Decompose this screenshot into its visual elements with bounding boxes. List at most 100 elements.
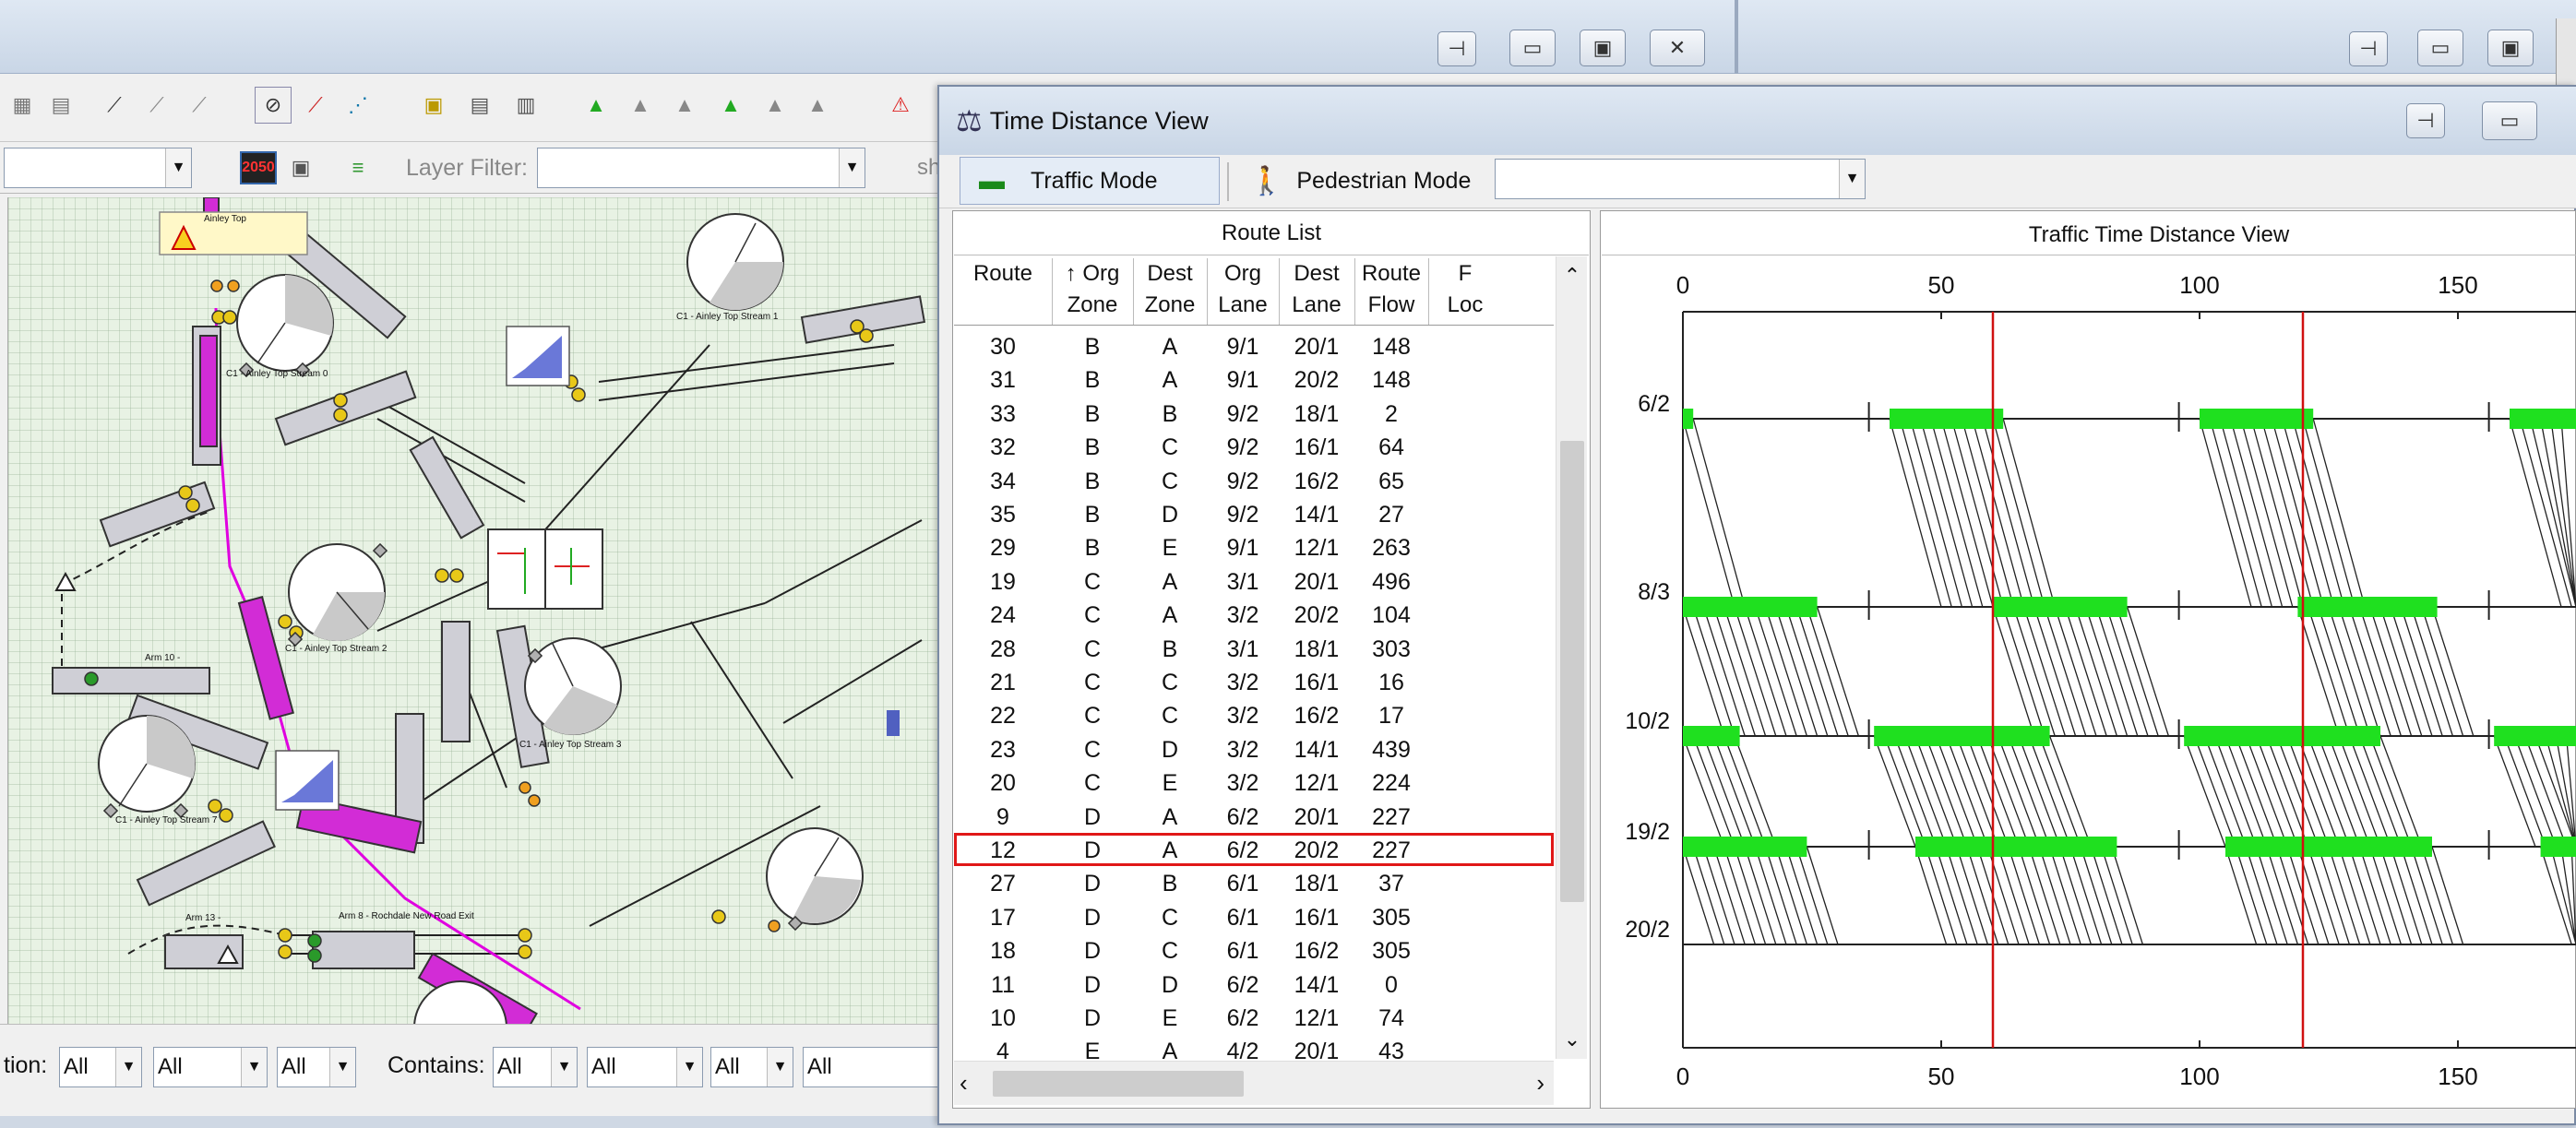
pin-button-left[interactable]: ⊣ [1437, 31, 1476, 66]
network-diagram-panel[interactable]: Ainley Top C1 - Ainley Top Stream 0 C1 -… [7, 197, 941, 1024]
table-cell: 10 [990, 1005, 1016, 1031]
table-cell: 3/1 [1226, 635, 1259, 662]
table-cell: A [1162, 837, 1178, 863]
green-signal-bar [1683, 597, 1818, 617]
vehicle-trajectory [2286, 735, 2330, 848]
vehicle-trajectory [1976, 735, 2020, 848]
year-badge[interactable]: 2050 [240, 151, 277, 184]
vehicle-trajectory [2358, 735, 2403, 848]
table-cell: 6/2 [1226, 1005, 1259, 1031]
table-cell: 6/1 [1226, 871, 1259, 897]
pedestrian-route-select[interactable]: ▼ [1495, 159, 1866, 199]
filter-value: All [281, 1054, 306, 1079]
document-icon[interactable]: ▤ [461, 87, 498, 124]
green-signal-bar [2540, 837, 2576, 857]
column-separator[interactable] [1279, 258, 1280, 325]
column-header[interactable]: Route [1354, 260, 1428, 288]
pedestrian-mode-button[interactable]: 🚶 Pedestrian Mode [1240, 157, 1489, 205]
column-header-sub: Flow [1367, 292, 1415, 317]
table-cell: 20/2 [1294, 837, 1340, 863]
filter-value: All [497, 1054, 522, 1079]
mode-separator [1227, 162, 1229, 201]
minimize-button-right[interactable]: ▭ [2417, 30, 2463, 66]
table-icon[interactable]: ▦ [4, 87, 41, 124]
stream-label: C1 - Ainley Top Stream 7 [115, 815, 218, 825]
table-cell: 16/1 [1294, 670, 1340, 695]
column-header[interactable]: Route [954, 260, 1052, 288]
vehicle-trajectory [2203, 735, 2248, 848]
top-axis-tick-label: 150 [2438, 271, 2477, 299]
table-cell: A [1162, 568, 1178, 595]
maximize-button-right[interactable]: ▣ [2487, 30, 2534, 66]
lane-label: 6/2 [1638, 391, 1670, 417]
sheet-icon[interactable]: ▤ [42, 87, 79, 124]
table-cell: 16 [1378, 670, 1404, 695]
terrain-grey2-icon[interactable]: ▲ [799, 87, 836, 124]
column-separator[interactable] [1133, 258, 1134, 325]
table-cell: 20/1 [1294, 568, 1340, 595]
select-link-icon[interactable]: ⊘ [255, 87, 292, 124]
route-list-vscrollbar[interactable]: ⌃ ⌄ [1556, 256, 1587, 1059]
bottom-axis-tick-label: 100 [2179, 1063, 2219, 1090]
note-icon[interactable]: ▣ [415, 87, 452, 124]
contains-select-2[interactable]: All ▼ [587, 1047, 703, 1087]
table-cell: 2 [1385, 400, 1398, 427]
filter-select-3[interactable]: All ▼ [277, 1047, 356, 1087]
traffic-mode-button[interactable]: ▬ Traffic Mode [960, 157, 1220, 205]
red-link-icon[interactable]: ⟋ [297, 87, 334, 124]
camera-icon[interactable]: ▣ [282, 149, 319, 186]
column-separator[interactable] [1052, 258, 1053, 325]
scroll-down-arrow-icon[interactable]: ⌄ [1556, 1027, 1588, 1051]
contains-select-3[interactable]: All ▼ [710, 1047, 793, 1087]
warning-icon[interactable]: ⚠ [882, 87, 919, 124]
view-selector[interactable]: ▼ [4, 148, 192, 188]
vehicle-trajectory [2307, 606, 2351, 737]
close-button-left[interactable]: ✕ [1650, 30, 1705, 66]
vscroll-thumb[interactable] [1560, 441, 1584, 902]
terrain-disabled-icon[interactable]: ▲ [666, 87, 703, 124]
column-header[interactable]: Org [1207, 260, 1279, 288]
tdv-minimize-button[interactable]: ▭ [2482, 101, 2537, 140]
terrain-icon[interactable]: ▲ [578, 87, 614, 124]
route-list-hscrollbar[interactable]: ‹ › [954, 1061, 1554, 1105]
terrain-grey-icon[interactable]: ▲ [757, 87, 793, 124]
pin-button-right[interactable]: ⊣ [2349, 31, 2388, 66]
table-cell: 20/2 [1294, 602, 1340, 629]
vehicle-trajectory [2074, 606, 2118, 737]
minimize-button-left[interactable]: ▭ [1509, 30, 1556, 66]
filter-select-2[interactable]: All ▼ [153, 1047, 268, 1087]
scroll-up-arrow-icon[interactable]: ⌃ [1556, 264, 1588, 288]
vehicle-trajectory [1682, 418, 1735, 608]
column-separator[interactable] [1354, 258, 1355, 325]
draw-line-alt-icon[interactable]: ⟋ [138, 87, 175, 124]
draw-line-disabled-icon[interactable]: ⟋ [181, 87, 218, 124]
filter-select-1[interactable]: All ▼ [59, 1047, 142, 1087]
column-header[interactable]: Dest [1279, 260, 1354, 288]
scroll-right-arrow-icon[interactable]: › [1536, 1069, 1544, 1098]
contains-select-1[interactable]: All ▼ [493, 1047, 578, 1087]
table-cell: 12/1 [1294, 535, 1340, 562]
terrain-alt-icon[interactable]: ▲ [622, 87, 659, 124]
terrain-green-icon[interactable]: ▲ [712, 87, 749, 124]
layer-filter-select[interactable]: ▼ [537, 148, 865, 188]
layers-icon[interactable]: ≡ [340, 149, 376, 186]
column-separator[interactable] [1428, 258, 1429, 325]
time-distance-chart[interactable]: 0 0 50 50 100 100 150 150 6/2 8/3 10/2 19/2 20/2 [1602, 256, 2576, 1107]
edit-doc-icon[interactable]: ▥ [507, 87, 544, 124]
hscroll-thumb[interactable] [993, 1071, 1244, 1097]
column-header[interactable]: ↑ Org [1052, 260, 1133, 288]
scroll-left-arrow-icon[interactable]: ‹ [960, 1069, 968, 1098]
column-separator[interactable] [1207, 258, 1208, 325]
maximize-button-left[interactable]: ▣ [1580, 30, 1626, 66]
column-header[interactable]: Dest [1133, 260, 1207, 288]
contains-select-4[interactable]: All [803, 1047, 941, 1087]
scale-icon: ⚖ [956, 104, 983, 137]
draw-line-icon[interactable]: ⟋ [96, 87, 133, 124]
dotted-link-icon[interactable]: ⋰ [340, 87, 376, 124]
table-cell: A [1162, 803, 1178, 830]
tdv-window-title: Time Distance View [989, 106, 1209, 135]
window-divider [1735, 0, 1738, 74]
tdv-pin-button[interactable]: ⊣ [2406, 103, 2445, 138]
table-cell: 37 [1378, 871, 1404, 897]
column-header[interactable]: F [1428, 260, 1502, 288]
